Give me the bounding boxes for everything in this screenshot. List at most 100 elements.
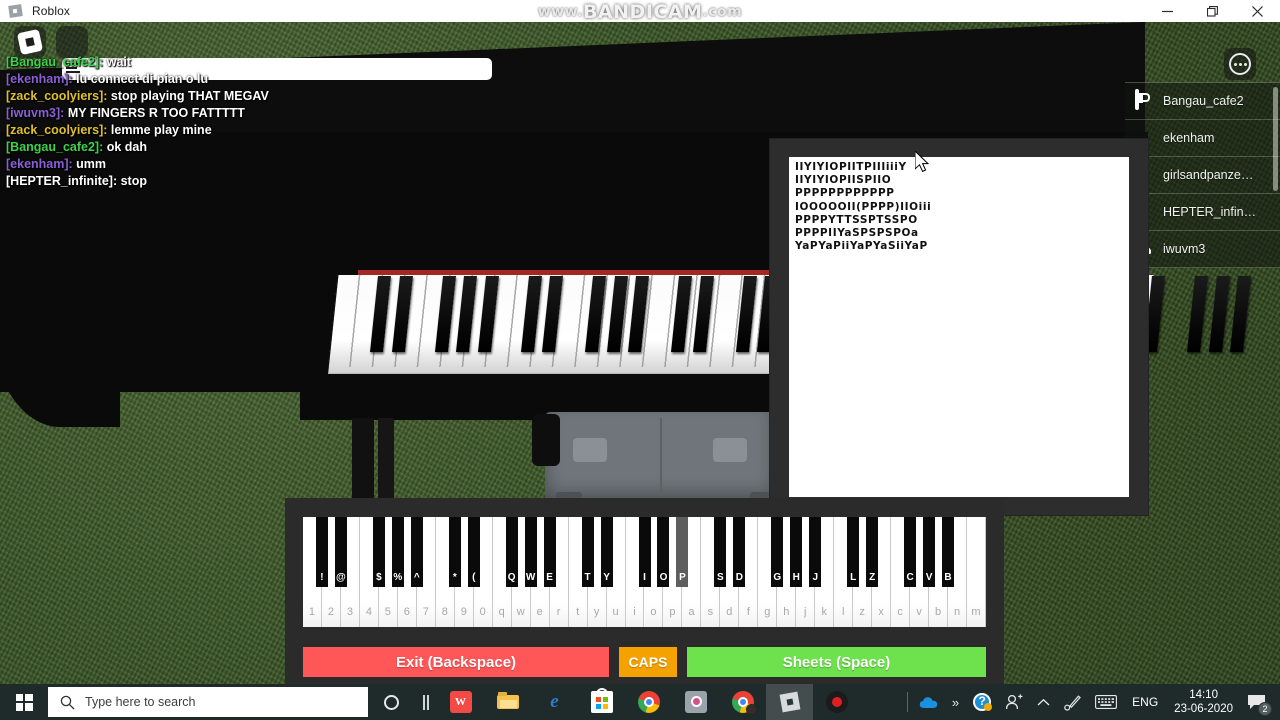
chat-message: [iwuvm3]: MY FINGERS R TOO FATTTTT (6, 105, 436, 122)
piano-left-curve (0, 252, 120, 427)
piano-white-key-label: 8 (441, 606, 448, 618)
piano-white-key-label: b (935, 606, 942, 618)
piano-black-key[interactable]: $ (372, 517, 385, 587)
piano-gui-keys[interactable]: 1 2 3 4 5 6 7 8 9 0 q w e r t y u i o p a s d f g h j k l z x c v b n m! @ $%… (303, 517, 986, 627)
piano-white-key-label: a (688, 606, 695, 618)
piano-black-key[interactable]: E (543, 517, 556, 587)
piano-black-key[interactable]: I (638, 517, 651, 587)
chat-text: MY FINGERS R TOO FATTTTT (64, 106, 245, 120)
piano-black-key[interactable]: C (904, 517, 917, 587)
roblox-taskbar-icon (779, 691, 801, 713)
game-viewport[interactable]: [Bangau_cafe2]: wait [ekenham]: lu connec… (0, 22, 1280, 684)
close-icon[interactable] (1235, 0, 1280, 22)
onedrive-icon[interactable] (912, 684, 945, 720)
piano-black-key[interactable]: ^ (410, 517, 423, 587)
piano-black-key[interactable]: D (733, 517, 746, 587)
sheet-music-textbox[interactable]: IIYIYIOPIITPIIIiiiY IIYIYIOPIISPIIO PPPP… (789, 157, 1129, 497)
taskbar-item-microsoft-store[interactable] (578, 684, 625, 720)
taskbar-item-roblox[interactable] (766, 684, 813, 720)
search-input[interactable]: Type here to search (48, 687, 368, 717)
piano-black-key[interactable]: V (923, 517, 936, 587)
caps-button[interactable]: CAPS (619, 647, 677, 677)
player-list[interactable]: Bangau_cafe2ekenham girlsandpanze… HEPTER_… (1125, 82, 1280, 268)
piano-white-key-label: r (556, 606, 561, 618)
taskbar-item-camera[interactable] (672, 684, 719, 720)
piano-black-key[interactable]: L (847, 517, 860, 587)
player-list-row[interactable]: Bangau_cafe2 (1125, 83, 1280, 120)
start-button[interactable] (0, 684, 48, 720)
pen-workspace-icon[interactable] (1057, 684, 1088, 720)
piano-black-key[interactable]: G (771, 517, 784, 587)
piano-scene-black-key (542, 276, 563, 352)
taskbar-item-edge[interactable]: e (531, 684, 578, 720)
piano-black-key[interactable]: P (676, 517, 689, 587)
piano-scene-black-key (370, 276, 391, 352)
tray-overflow-icon[interactable]: » (945, 684, 966, 720)
chat-message: [Bangau_cafe2]: wait (6, 54, 436, 71)
chat-text: lu connect di pian o lu (72, 72, 209, 86)
taskbar-item-chrome-profile[interactable] (719, 684, 766, 720)
piano-white-key-label: i (633, 606, 636, 618)
piano-black-key[interactable]: Y (600, 517, 613, 587)
piano-black-key-label: J (812, 572, 819, 583)
sheet-music-panel[interactable]: IIYIYIOPIITPIIIiiiY IIYIYIOPIISPIIO PPPP… (770, 139, 1148, 515)
piano-black-key[interactable]: H (790, 517, 803, 587)
sheet-music-text: IIYIYIOPIITPIIIiiiY IIYIYIOPIISPIIO PPPP… (795, 161, 932, 253)
piano-white-key[interactable]: m (967, 517, 986, 627)
restore-icon[interactable] (1190, 0, 1235, 22)
chat-message: [ekenham]: lu connect di pian o lu (6, 71, 436, 88)
piano-keyboard-gui[interactable]: 1 2 3 4 5 6 7 8 9 0 q w e r t y u i o p a s d f g h j k l z x c v b n m! @ $%… (285, 498, 1004, 684)
action-center-button[interactable]: 2 (1241, 684, 1276, 720)
piano-black-key-label: @ (336, 572, 346, 583)
chat-log[interactable]: [Bangau_cafe2]: wait [ekenham]: lu connec… (6, 54, 436, 190)
help-icon[interactable]: ? (966, 684, 998, 720)
piano-white-key-label: j (804, 606, 807, 618)
chevron-up-icon[interactable] (1030, 684, 1057, 720)
piano-black-key[interactable]: O (657, 517, 670, 587)
chat-username: [Bangau_cafe2]: (6, 140, 104, 154)
exit-button[interactable]: Exit (Backspace) (303, 647, 609, 677)
piano-black-key-label: G (773, 572, 782, 583)
taskbar-item-file-explorer[interactable] (484, 684, 531, 720)
piano-black-key[interactable]: Z (866, 517, 879, 587)
piano-black-key-label: H (792, 572, 800, 583)
player-name: HEPTER_infin… (1163, 205, 1257, 219)
piano-black-key[interactable]: ! (315, 517, 328, 587)
touch-keyboard-icon[interactable] (1088, 684, 1124, 720)
minimize-icon[interactable] (1145, 0, 1190, 22)
piano-black-key[interactable]: S (714, 517, 727, 587)
piano-black-key[interactable]: Q (505, 517, 518, 587)
clock[interactable]: 14:10 23-06-2020 (1166, 684, 1241, 720)
piano-black-key[interactable]: B (942, 517, 955, 587)
player-list-row[interactable]: HEPTER_infin… (1125, 194, 1280, 231)
player-list-row[interactable]: iwuvm3 (1125, 231, 1280, 268)
sheets-button[interactable]: Sheets (Space) (687, 647, 986, 677)
taskbar-item-task-view[interactable] (415, 684, 437, 720)
window-controls (1145, 0, 1280, 22)
chat-text: wait (103, 55, 132, 69)
piano-black-key[interactable]: % (391, 517, 404, 587)
piano-black-key[interactable]: * (448, 517, 461, 587)
roblox-more-button[interactable] (1224, 48, 1256, 80)
player-list-row[interactable]: ekenham (1125, 120, 1280, 157)
piano-scene-black-key (585, 276, 606, 352)
language-indicator[interactable]: ENG (1124, 695, 1166, 709)
piano-black-key[interactable]: W (524, 517, 537, 587)
window-titlebar[interactable]: Roblox (0, 0, 1280, 22)
taskbar-item-chrome[interactable] (625, 684, 672, 720)
wps-office-icon: W (449, 691, 472, 713)
piano-white-key-label: q (498, 606, 505, 618)
player-list-row[interactable]: girlsandpanze… (1125, 157, 1280, 194)
tray-divider (906, 692, 908, 712)
player-name: ekenham (1163, 131, 1215, 145)
piano-black-key[interactable]: J (809, 517, 822, 587)
piano-black-key[interactable]: T (581, 517, 594, 587)
taskbar-item-wps-office[interactable]: W (437, 684, 484, 720)
people-icon[interactable] (998, 684, 1030, 720)
taskbar-item-cortana[interactable] (368, 684, 415, 720)
piano-black-key[interactable]: ( (467, 517, 480, 587)
piano-black-key[interactable]: @ (334, 517, 347, 587)
windows-logo-icon (15, 693, 33, 711)
piano-black-key-label: L (850, 572, 857, 583)
taskbar-item-bandicam[interactable] (813, 684, 860, 720)
